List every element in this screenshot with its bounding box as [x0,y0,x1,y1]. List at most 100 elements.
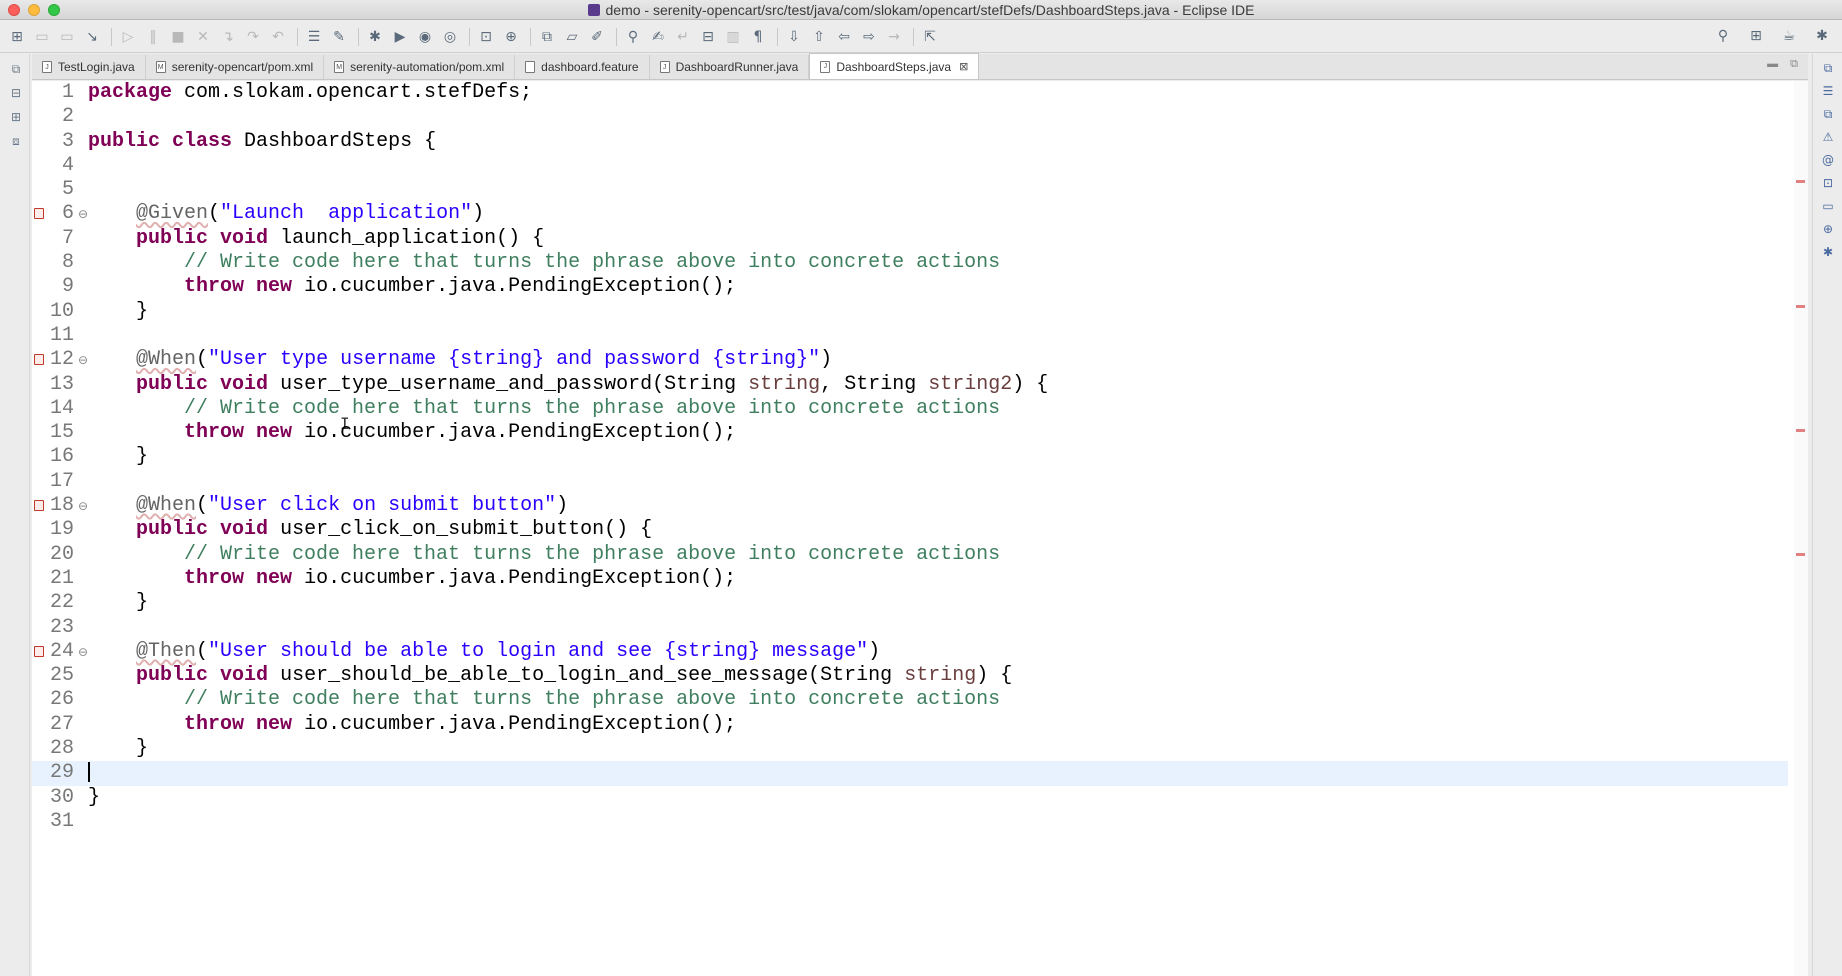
code-line: 17 [50,470,1788,494]
console-icon[interactable]: ▭ [1819,197,1837,215]
toolbar-right: ⚲ ⊞ ☕ ✱ [1712,25,1836,47]
debug-icon[interactable]: ✱ [1819,243,1837,261]
next-annotation-icon[interactable]: ⇩ [783,26,805,48]
code-line: 18 ⊖ @When("User click on submit button") [34,494,1788,518]
punct: } [136,299,149,323]
feature-file-icon [525,61,536,73]
code-area[interactable]: 1 package com.slokam.opencart.stefDefs; 2… [32,81,1788,834]
line-number: 5 [61,178,74,202]
line-number: 13 [49,372,74,396]
skip-breakpoints-icon[interactable]: ↘ [81,26,103,48]
restore-icon[interactable]: ⧉ [1819,59,1837,77]
ruler-warning-marker[interactable] [1796,305,1805,308]
step-into-icon[interactable]: ↴ [217,26,239,48]
coverage-icon[interactable]: ◉ [414,26,436,48]
restore-icon[interactable]: ⧉ [7,60,25,78]
outline-icon[interactable]: ☰ [1819,82,1837,100]
show-whitespace-icon[interactable]: ▥ [722,26,744,48]
tab-testlogin[interactable]: J TestLogin.java [32,55,146,79]
close-tab-icon[interactable]: ⊠ [959,60,968,73]
maximize-icon[interactable]: ⧉ [1790,58,1798,71]
forward-icon[interactable]: ⇨ [858,26,880,48]
line-number: 17 [49,469,74,493]
tab-label: serenity-opencart/pom.xml [171,60,314,74]
parameter: string2 [928,372,1013,396]
line-number: 11 [49,323,74,347]
fold-toggle-icon[interactable]: ⊖ [78,202,88,226]
tab-dashboard-feature[interactable]: dashboard.feature [515,55,650,79]
resume-icon[interactable]: ▷ [117,26,139,48]
problems-icon[interactable]: ⚠ [1819,128,1837,146]
keyword: public [136,372,209,396]
new-class-icon[interactable]: ⊕ [500,26,522,48]
line-number: 4 [61,153,74,177]
fold-toggle-icon[interactable]: ⊖ [78,494,88,518]
punct: ) [820,348,833,372]
save-icon[interactable]: ▭ [31,26,53,48]
search-icon[interactable]: ⚲ [1712,25,1734,47]
tab-dashboard-runner[interactable]: J DashboardRunner.java [650,55,810,79]
declaration-icon[interactable]: ⊡ [1819,174,1837,192]
suspend-icon[interactable]: ‖ [142,26,164,48]
minimize-window-button[interactable] [28,4,40,16]
back-icon[interactable]: ⇦ [833,26,855,48]
java-editor[interactable]: I 1 package com.slokam.opencart.stefDefs;… [32,81,1808,976]
fold-toggle-icon[interactable]: ⊖ [78,348,88,372]
punct: ( [196,348,209,372]
open-perspective-icon[interactable]: ⊞ [1745,25,1767,47]
method-signature: launch_application() { [268,226,545,250]
ruler-warning-marker[interactable] [1796,553,1805,556]
external-tools-icon[interactable]: ◎ [439,26,461,48]
next-edit-icon[interactable]: → [883,26,905,48]
java-perspective-icon[interactable]: ☕ [1778,25,1800,47]
debug-icon[interactable]: ✱ [364,26,386,48]
wand-icon[interactable]: ✎ [328,26,350,48]
tab-dashboard-steps[interactable]: J DashboardSteps.java ⊠ [809,53,980,79]
tab-serenity-automation-pom[interactable]: M serenity-automation/pom.xml [324,55,516,79]
type: String [664,372,737,396]
tab-serenity-opencart-pom[interactable]: M serenity-opencart/pom.xml [146,55,325,79]
debug-perspective-icon[interactable]: ✱ [1811,25,1833,47]
progress-icon[interactable]: ⊕ [1819,220,1837,238]
restore-icon[interactable]: ⧉ [1819,105,1837,123]
open-type-icon[interactable]: ⧉ [536,26,558,48]
pilcrow-icon[interactable]: ¶ [747,26,769,48]
align-icon[interactable]: ☰ [303,26,325,48]
line-number: 22 [49,591,74,615]
new-icon[interactable]: ⊞ [6,26,28,48]
ruler-warning-marker[interactable] [1796,429,1805,432]
print-icon[interactable]: ▭ [56,26,78,48]
step-over-icon[interactable]: ↷ [242,26,264,48]
overview-ruler[interactable] [1794,81,1808,976]
fold-toggle-icon[interactable]: ⊖ [78,640,88,664]
disconnect-icon[interactable]: ✕ [192,26,214,48]
java-file-icon: J [820,60,831,73]
step-return-icon[interactable]: ↶ [267,26,289,48]
annotation: @When [136,494,197,518]
exception-expr: io.cucumber.java.PendingException(); [292,275,737,299]
keyword: public [136,518,209,542]
close-window-button[interactable] [8,4,20,16]
keyword: throw [184,712,245,736]
ruler-warning-marker[interactable] [1796,180,1805,183]
pin-icon[interactable]: ⚲ [622,26,644,48]
current-code-line: 29 [32,761,1788,786]
word-wrap-icon[interactable]: ↵ [672,26,694,48]
mark-occurrences-icon[interactable]: ✍ [647,26,669,48]
new-package-icon[interactable]: ⊡ [475,26,497,48]
open-task-icon[interactable]: ✐ [586,26,608,48]
package-explorer-icon[interactable]: ⊟ [7,84,25,102]
line-number: 9 [61,275,74,299]
javadoc-icon[interactable]: @ [1819,151,1837,169]
block-selection-icon[interactable]: ⊟ [697,26,719,48]
maximize-window-button[interactable] [48,4,60,16]
hierarchy-icon[interactable]: ⧈ [7,132,25,150]
external-window-icon[interactable]: ⇱ [919,26,941,48]
previous-annotation-icon[interactable]: ⇧ [808,26,830,48]
package-name: com.slokam.opencart.stefDefs; [172,81,533,104]
project-explorer-icon[interactable]: ⊞ [7,108,25,126]
open-folder-icon[interactable]: ▱ [561,26,583,48]
minimize-icon[interactable]: ▬ [1767,58,1778,71]
terminate-icon[interactable]: ■ [167,26,189,48]
run-icon[interactable]: ▶ [389,26,411,48]
